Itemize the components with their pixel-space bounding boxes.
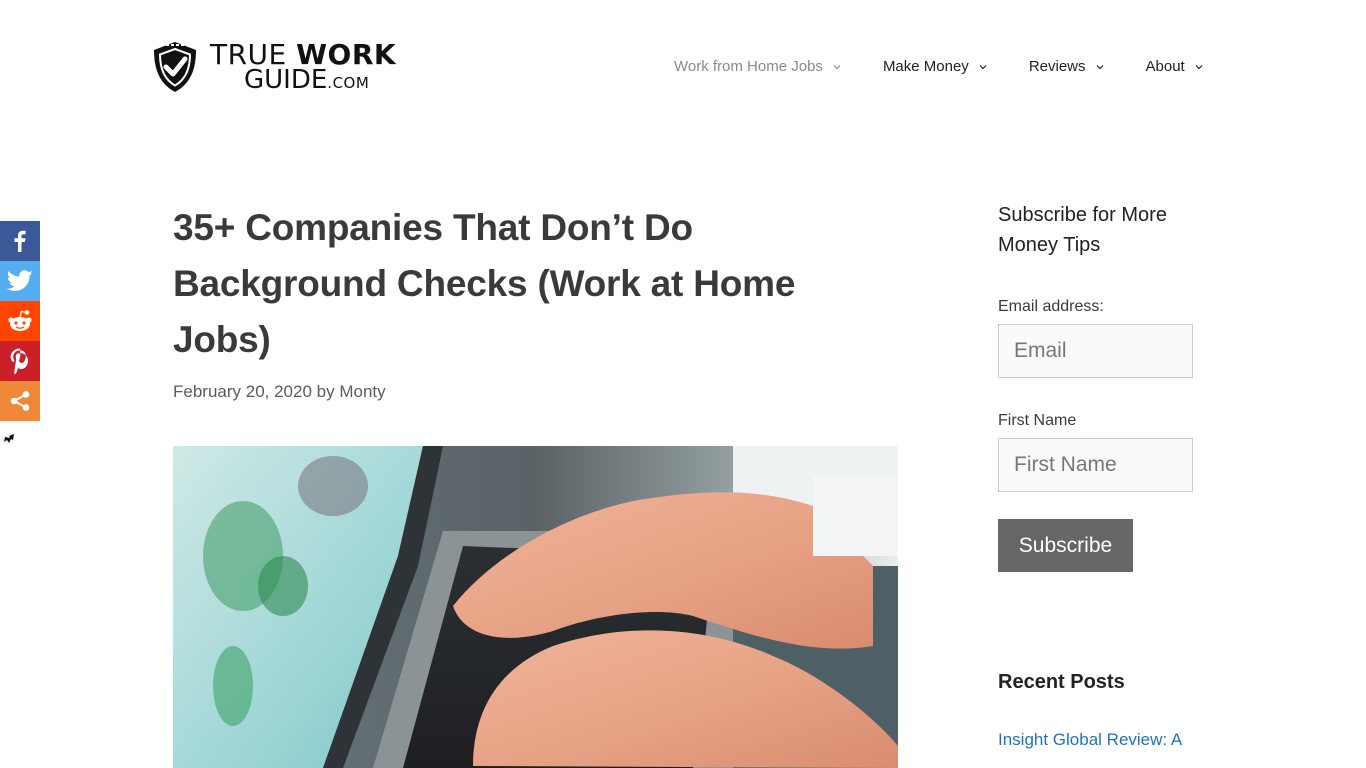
recent-posts-title: Recent Posts: [998, 671, 1125, 693]
share-more-button[interactable]: [0, 381, 40, 421]
email-label: Email address:: [998, 298, 1104, 315]
subscribe-widget: Subscribe for More Money Tips Email addr…: [998, 200, 1198, 572]
article-date-link[interactable]: February 20, 2020: [173, 382, 312, 401]
nav-item-reviews[interactable]: Reviews: [1029, 58, 1104, 75]
social-share-bar: [0, 221, 40, 421]
hide-share-bar-icon[interactable]: [3, 433, 15, 445]
subscribe-button[interactable]: Subscribe: [998, 519, 1133, 572]
nav-item-label: Reviews: [1028, 58, 1086, 75]
logo-guide: GUIDE: [244, 65, 328, 95]
chevron-down-icon[interactable]: [833, 63, 841, 71]
byline-separator: by: [311, 382, 340, 401]
subscribe-form: Email address: First Name Subscribe: [998, 297, 1198, 572]
share-reddit-button[interactable]: [0, 301, 40, 341]
chevron-down-icon[interactable]: [1096, 63, 1104, 71]
share-twitter-button[interactable]: [0, 261, 40, 301]
recent-posts-list: Insight Global Review: A: [998, 730, 1182, 750]
email-input[interactable]: [998, 324, 1193, 378]
reddit-icon: [8, 310, 32, 331]
nav-item-label: Work from Home Jobs: [674, 58, 823, 75]
share-facebook-button[interactable]: [0, 221, 40, 261]
featured-image: [173, 446, 898, 768]
logo-wordmark: TRUE WORK GUIDE.COM: [210, 41, 396, 95]
nav-item-work-from-home-jobs[interactable]: Work from Home Jobs: [674, 58, 841, 75]
share-pinterest-button[interactable]: [0, 341, 40, 381]
subscribe-widget-title: Subscribe for More Money Tips: [998, 204, 1167, 256]
nav-item-label: Make Money: [882, 58, 969, 75]
facebook-icon: [14, 230, 26, 252]
pinterest-icon: [10, 348, 28, 374]
chevron-down-icon[interactable]: [1195, 63, 1203, 71]
laptop-typing-photo: [173, 446, 898, 768]
article-meta: February 20, 2020 by Monty: [173, 382, 898, 402]
article: 35+ Companies That Don’t Do Background C…: [173, 200, 898, 402]
nav-item-about[interactable]: About: [1146, 58, 1203, 75]
author-link[interactable]: Monty: [339, 382, 385, 401]
recent-posts-widget: Recent Posts Insight Global Review: A: [998, 671, 1182, 750]
share-icon: [10, 391, 30, 411]
main-navigation: Work from Home Jobs Make Money Reviews A…: [674, 58, 1203, 75]
article-title: 35+ Companies That Don’t Do Background C…: [173, 207, 796, 360]
recent-post-item: Insight Global Review: A: [998, 730, 1182, 750]
sidebar: Subscribe for More Money Tips Email addr…: [998, 200, 1198, 749]
site-header: TRUE WORK GUIDE.COM Work from Home Jobs …: [0, 0, 1366, 140]
nav-item-label: About: [1145, 58, 1185, 75]
logo-com: .COM: [327, 74, 370, 92]
first-name-label: First Name: [998, 412, 1077, 429]
first-name-input[interactable]: [998, 438, 1193, 492]
shield-check-icon: [154, 42, 196, 92]
recent-post-link[interactable]: Insight Global Review: A: [998, 730, 1182, 749]
chevron-down-icon[interactable]: [979, 63, 987, 71]
nav-item-make-money[interactable]: Make Money: [883, 58, 987, 75]
site-logo[interactable]: TRUE WORK GUIDE.COM: [150, 40, 396, 94]
twitter-icon: [7, 270, 33, 291]
